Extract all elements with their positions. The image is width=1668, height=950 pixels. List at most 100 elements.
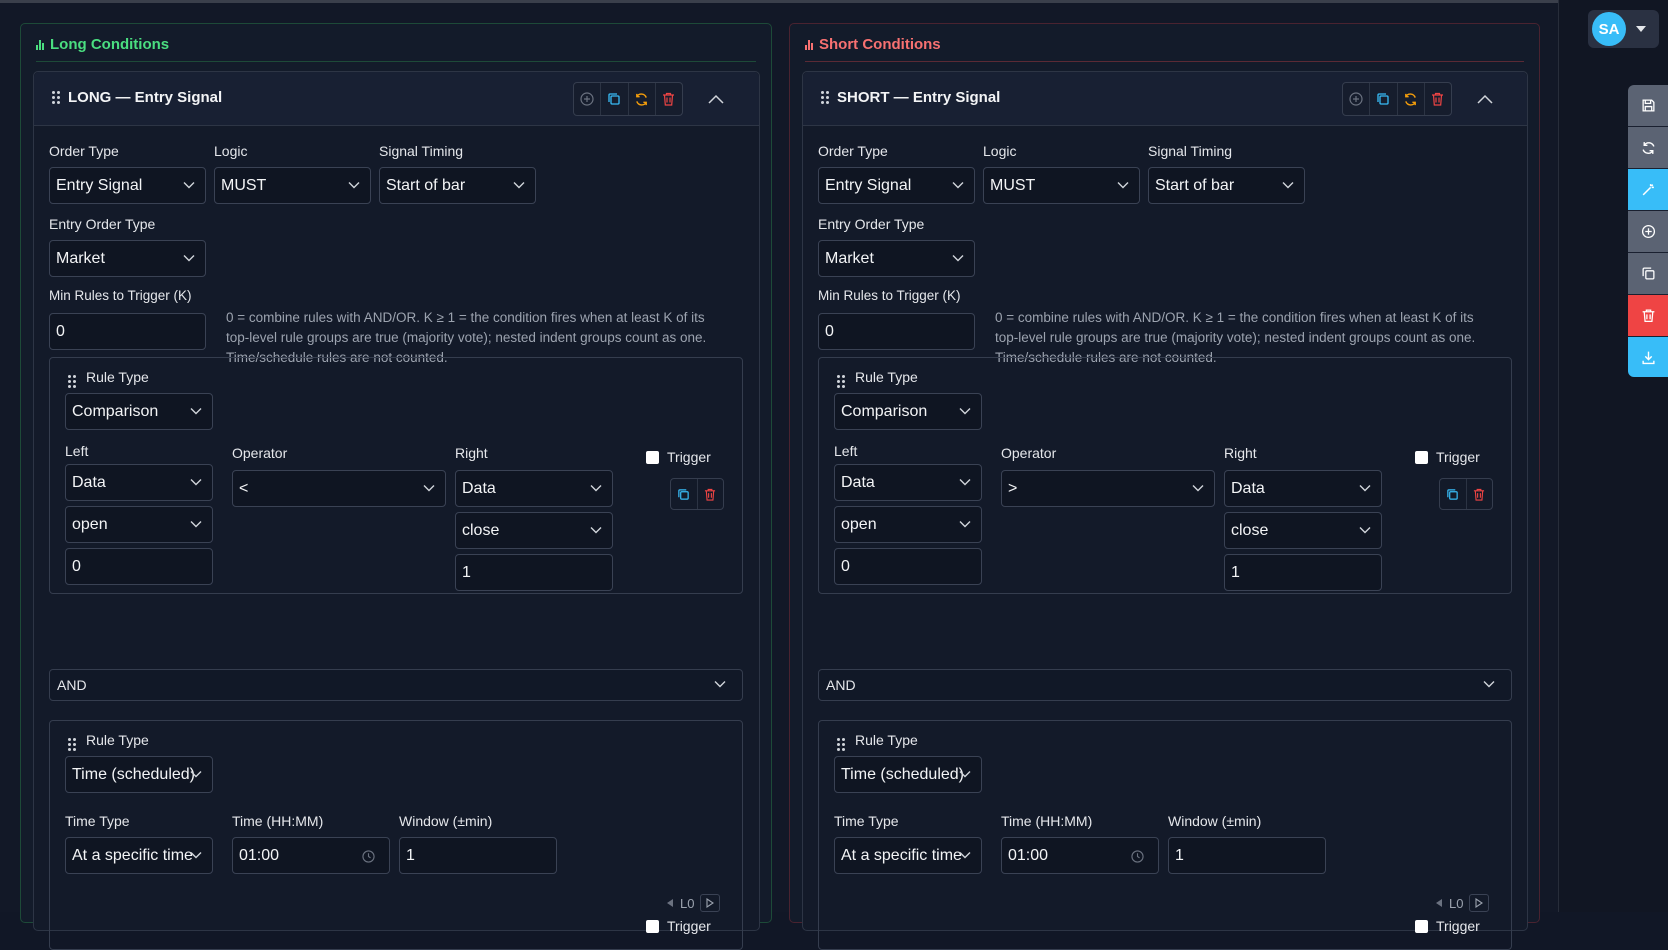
drag-handle-icon[interactable] xyxy=(837,738,845,751)
drag-handle-icon[interactable] xyxy=(52,91,60,104)
condition-card: LONG — Entry Signal Order Type Entry Sig… xyxy=(33,71,760,950)
right-source-select[interactable]: Data xyxy=(1224,470,1382,507)
chevron-down-icon xyxy=(1117,182,1129,189)
clock-icon[interactable] xyxy=(362,850,375,863)
trigger-checkbox[interactable]: Trigger xyxy=(646,918,711,934)
trigger-checkbox[interactable]: Trigger xyxy=(1415,449,1480,465)
indent-right-button[interactable] xyxy=(1469,894,1490,912)
add-rule-button[interactable] xyxy=(574,83,602,115)
checkbox-box[interactable] xyxy=(646,450,659,464)
card-header[interactable]: SHORT — Entry Signal xyxy=(803,72,1527,126)
chevron-down-icon xyxy=(959,852,971,859)
delete-rule-button[interactable] xyxy=(1467,479,1493,509)
left-offset-input[interactable]: 0 xyxy=(834,548,982,585)
duplicate-rule-button[interactable] xyxy=(1440,479,1467,509)
checkbox-box[interactable] xyxy=(1415,450,1428,464)
rule-joiner-select[interactable]: AND xyxy=(818,669,1512,701)
duplicate-card-button[interactable] xyxy=(1370,83,1398,115)
drag-handle-icon[interactable] xyxy=(68,375,76,388)
refresh-icon xyxy=(1641,142,1655,154)
left-offset-input[interactable]: 0 xyxy=(65,548,213,585)
collapse-button[interactable] xyxy=(1475,90,1495,108)
time-type-select[interactable]: At a specific time xyxy=(65,837,213,874)
indent-left-icon[interactable] xyxy=(1435,898,1443,908)
delete-card-button[interactable] xyxy=(1425,83,1451,115)
card-toolbar xyxy=(573,82,683,116)
time-input[interactable]: 01:00 xyxy=(232,837,390,874)
order-type-select[interactable]: Entry Signal xyxy=(818,167,975,204)
time-type-select[interactable]: At a specific time xyxy=(834,837,982,874)
right-offset-input[interactable]: 1 xyxy=(1224,554,1382,591)
user-menu[interactable]: SA xyxy=(1588,10,1659,48)
rule-type-select[interactable]: Time (scheduled) xyxy=(834,756,982,793)
copy-tool-button[interactable] xyxy=(1628,253,1668,295)
left-source-select[interactable]: Data xyxy=(65,464,213,501)
min-rules-input[interactable]: 0 xyxy=(49,313,206,350)
signal-timing-select[interactable]: Start of bar xyxy=(1148,167,1305,204)
drag-handle-icon[interactable] xyxy=(821,91,829,104)
left-field-select[interactable]: open xyxy=(65,506,213,543)
delete-card-button[interactable] xyxy=(656,83,682,115)
trigger-label: Trigger xyxy=(667,918,711,934)
rule2-time-value: 01:00 xyxy=(239,846,280,864)
card-header[interactable]: LONG — Entry Signal xyxy=(34,72,759,126)
logic-select[interactable]: MUST xyxy=(983,167,1140,204)
window-input[interactable]: 1 xyxy=(399,837,557,874)
drag-handle-icon[interactable] xyxy=(837,375,845,388)
checkbox-box[interactable] xyxy=(646,919,659,933)
refresh-tool-button[interactable] xyxy=(1628,127,1668,169)
rule-type-select[interactable]: Comparison xyxy=(834,393,982,430)
operator-select[interactable]: > xyxy=(1001,470,1215,507)
window-input[interactable]: 1 xyxy=(1168,837,1326,874)
left-source-select[interactable]: Data xyxy=(834,464,982,501)
trigger-checkbox[interactable]: Trigger xyxy=(646,449,711,465)
logic-select[interactable]: MUST xyxy=(214,167,371,204)
duplicate-card-button[interactable] xyxy=(601,83,629,115)
drag-handle-icon[interactable] xyxy=(68,738,76,751)
operator-select[interactable]: < xyxy=(232,470,446,507)
rule1-right-source-value: Data xyxy=(1231,479,1265,497)
left-field-select[interactable]: open xyxy=(834,506,982,543)
signal-timing-label: Signal Timing xyxy=(379,143,464,159)
refresh-card-button[interactable] xyxy=(1398,83,1425,115)
signal-timing-select[interactable]: Start of bar xyxy=(379,167,536,204)
collapse-button[interactable] xyxy=(706,90,726,108)
card-title-text: SHORT — Entry Signal xyxy=(837,89,1001,106)
floating-toolbar xyxy=(1628,85,1668,377)
right-offset-input[interactable]: 1 xyxy=(455,554,613,591)
right-field-select[interactable]: close xyxy=(1224,512,1382,549)
order-type-select[interactable]: Entry Signal xyxy=(49,167,206,204)
save-tool-button[interactable] xyxy=(1628,85,1668,127)
refresh-card-button[interactable] xyxy=(629,83,656,115)
checkbox-box[interactable] xyxy=(1415,919,1428,933)
rule1-op-value: > xyxy=(1008,479,1018,497)
entry-order-type-select[interactable]: Market xyxy=(818,240,975,277)
entry-order-type-select[interactable]: Market xyxy=(49,240,206,277)
delete-rule-button[interactable] xyxy=(698,479,724,509)
clock-icon[interactable] xyxy=(1131,850,1144,863)
duplicate-rule-button[interactable] xyxy=(671,479,698,509)
rule2-type-value: Time (scheduled) xyxy=(72,765,196,783)
comparison-rule: Rule Type Comparison Left Data open 0 Op… xyxy=(818,357,1512,594)
rule1-type-value: Comparison xyxy=(72,402,159,420)
add-tool-button[interactable] xyxy=(1628,211,1668,253)
right-source-select[interactable]: Data xyxy=(455,470,613,507)
panel-title-text: Long Conditions xyxy=(50,36,170,53)
magic-tool-button[interactable] xyxy=(1628,169,1668,211)
rule-type-select[interactable]: Time (scheduled) xyxy=(65,756,213,793)
chevron-down-icon xyxy=(1483,681,1495,688)
order-type-value: Entry Signal xyxy=(825,176,912,194)
logic-value: MUST xyxy=(990,176,1036,194)
indent-left-icon[interactable] xyxy=(666,898,674,908)
add-rule-button[interactable] xyxy=(1343,83,1371,115)
delete-tool-button[interactable] xyxy=(1628,295,1668,337)
time-input[interactable]: 01:00 xyxy=(1001,837,1159,874)
rule-joiner-select[interactable]: AND xyxy=(49,669,743,701)
trigger-checkbox[interactable]: Trigger xyxy=(1415,918,1480,934)
rule-type-select[interactable]: Comparison xyxy=(65,393,213,430)
avatar[interactable]: SA xyxy=(1592,12,1626,46)
min-rules-input[interactable]: 0 xyxy=(818,313,975,350)
indent-right-button[interactable] xyxy=(700,894,721,912)
download-tool-button[interactable] xyxy=(1628,337,1668,377)
right-field-select[interactable]: close xyxy=(455,512,613,549)
